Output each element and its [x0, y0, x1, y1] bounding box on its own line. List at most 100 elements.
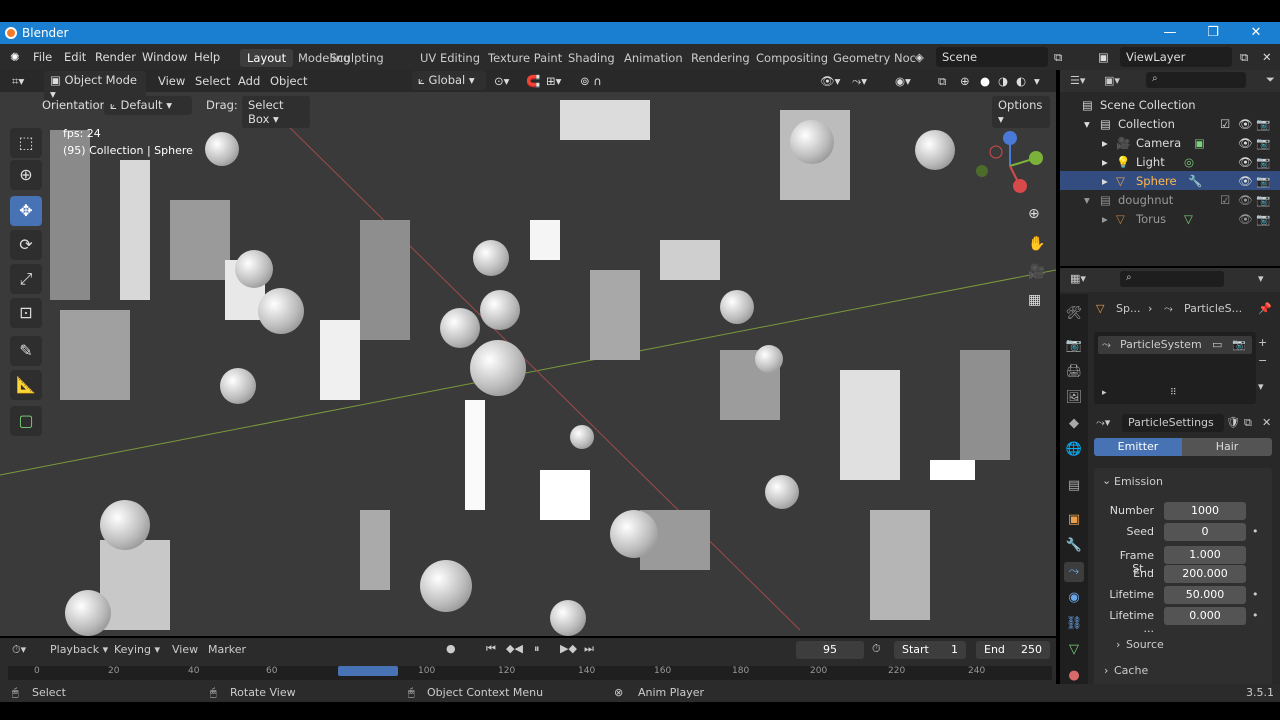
hair-type-button[interactable]: Hair	[1182, 438, 1272, 456]
measure-tool-icon[interactable]: 📐	[10, 370, 42, 400]
expand-chevron-icon[interactable]: ▸	[1102, 174, 1108, 188]
solid-shading-icon[interactable]: ●	[980, 74, 990, 88]
select-box-tool-icon[interactable]: ⬚	[10, 128, 42, 158]
particle-settings-icon[interactable]: ⤳▾	[1096, 416, 1110, 430]
display-mode-icon[interactable]: ▣▾	[1104, 74, 1120, 87]
outliner-row-light[interactable]: ▸ 💡 Light ◎ 👁 📷	[1060, 152, 1280, 171]
scene-selector[interactable]: Scene	[936, 47, 1048, 67]
expand-chevron-icon[interactable]: ▸	[1102, 155, 1108, 169]
eye-icon[interactable]: 👁	[1238, 117, 1253, 131]
timeline-ruler[interactable]: 0 20 40 60 100 120 140 160 180 200 220 2…	[8, 666, 1052, 680]
tab-uv-editing[interactable]: UV Editing	[413, 49, 487, 67]
jump-start-icon[interactable]: ⏮	[486, 642, 496, 656]
camera-render-icon[interactable]: 📷	[1256, 174, 1270, 188]
outliner-search[interactable]: ⌕	[1146, 72, 1246, 88]
cursor-tool-icon[interactable]: ⊕	[10, 160, 42, 190]
cancel-icon[interactable]: ⊗	[614, 686, 623, 699]
preview-range-icon[interactable]: ⏱	[872, 642, 881, 656]
playback-menu[interactable]: Playback ▾	[50, 643, 108, 656]
restore-icon[interactable]: ❐	[1193, 24, 1233, 42]
animate-dot-icon[interactable]: •	[1252, 609, 1259, 622]
proportional-edit-icon[interactable]: ⊚ ∩	[580, 74, 602, 88]
outliner-type-icon[interactable]: ☰▾	[1070, 74, 1085, 87]
outliner-row-collection[interactable]: ▾ ▤ Collection ☑ 👁 📷	[1060, 114, 1280, 133]
emission-title[interactable]: Emission	[1114, 475, 1163, 488]
menu-object[interactable]: Object	[270, 74, 307, 88]
modifier-tab-icon[interactable]: 🔧	[1064, 536, 1084, 556]
overlay-toggle-icon[interactable]: ◉▾	[895, 74, 911, 88]
filter-icon[interactable]: ⏷	[1266, 73, 1275, 87]
camera-render-icon[interactable]: 📷	[1256, 136, 1270, 150]
editor-type-icon[interactable]: ⌗▾	[12, 74, 24, 89]
render-tab-icon[interactable]: 📷	[1064, 336, 1084, 356]
material-shading-icon[interactable]: ◑	[998, 74, 1008, 88]
lifetime-random-field[interactable]: 0.000	[1164, 607, 1246, 625]
source-subpanel[interactable]: Source	[1126, 638, 1164, 651]
ortho-grid-icon[interactable]: ▦	[1028, 292, 1041, 308]
outliner-row-sphere[interactable]: ▸ ▽ Sphere 🔧 👁 📷	[1060, 171, 1280, 190]
jump-end-icon[interactable]: ⏭	[584, 642, 594, 656]
source-expand-icon[interactable]: ›	[1116, 638, 1120, 651]
tool-tab-icon[interactable]: 🛠	[1064, 304, 1084, 324]
output-tab-icon[interactable]: 🖨	[1064, 362, 1084, 382]
expand-chevron-icon[interactable]: ▾	[1084, 117, 1090, 131]
orientation-dropdown[interactable]: ⟀ Default ▾	[104, 96, 192, 115]
camera-view-icon[interactable]: 🎥	[1028, 264, 1045, 280]
menu-window[interactable]: Window	[142, 50, 187, 64]
cache-subpanel[interactable]: Cache	[1114, 664, 1148, 677]
current-frame-field[interactable]: 95	[796, 641, 864, 659]
list-resize-handle-icon[interactable]: ⠿	[1170, 388, 1177, 398]
material-tab-icon[interactable]: ●	[1064, 666, 1084, 686]
prev-keyframe-icon[interactable]: ◆◀	[506, 642, 523, 655]
eye-icon[interactable]: 👁	[1238, 193, 1253, 207]
wireframe-shading-icon[interactable]: ⊕	[960, 74, 970, 88]
drag-dropdown[interactable]: Select Box ▾	[242, 96, 310, 128]
menu-render[interactable]: Render	[95, 50, 136, 64]
tab-texture-paint[interactable]: Texture Paint	[481, 49, 569, 67]
scene-tab-icon[interactable]: ◆	[1064, 414, 1084, 434]
end-frame-field[interactable]: End 250	[976, 641, 1050, 659]
animate-dot-icon[interactable]: •	[1252, 588, 1259, 601]
camera-render-icon[interactable]: 📷	[1256, 155, 1270, 169]
checkbox-icon[interactable]: ☑	[1220, 193, 1230, 207]
outliner-row-doughnut[interactable]: ▾ ▤ doughnut ☑ 👁 📷	[1060, 190, 1280, 209]
viewport-toggle-icon[interactable]: ▭	[1212, 338, 1222, 351]
camera-render-icon[interactable]: 📷	[1256, 117, 1270, 131]
render-toggle-icon[interactable]: 📷	[1232, 338, 1246, 351]
expand-chevron-icon[interactable]: ▾	[1084, 193, 1090, 207]
snap-target-icon[interactable]: ⊞▾	[546, 74, 561, 88]
pivot-icon[interactable]: ⊙▾	[494, 74, 509, 88]
camera-render-icon[interactable]: 📷	[1256, 212, 1270, 226]
eye-icon[interactable]: 👁	[1238, 136, 1253, 150]
breadcrumb-particles[interactable]: ParticleS...	[1184, 302, 1242, 315]
view-layer-tab-icon[interactable]: 🖼	[1064, 388, 1084, 408]
visibility-icon[interactable]: 👁▾	[820, 74, 840, 88]
slot-menu-icon[interactable]: ▾	[1258, 380, 1264, 393]
breadcrumb-object[interactable]: Sp...	[1116, 302, 1140, 315]
options-button[interactable]: Options ▾	[992, 96, 1050, 128]
duplicate-icon[interactable]: ⧉	[1244, 416, 1252, 430]
expand-chevron-icon[interactable]: ▸	[1102, 212, 1108, 226]
lifetime-field[interactable]: 50.000	[1164, 586, 1246, 604]
new-scene-icon[interactable]: ⧉	[1054, 50, 1062, 65]
start-frame-field[interactable]: Start 1	[894, 641, 966, 659]
tab-layout[interactable]: Layout	[240, 49, 294, 67]
view-layer-selector[interactable]: ViewLayer	[1120, 47, 1232, 67]
menu-select[interactable]: Select	[195, 74, 230, 88]
expand-chevron-icon[interactable]: ▸	[1102, 136, 1108, 150]
xray-icon[interactable]: ⧉	[938, 74, 946, 89]
outliner-row-torus[interactable]: ▸ ▽ Torus ▽ 👁 📷	[1060, 209, 1280, 228]
list-expand-icon[interactable]: ▸	[1102, 388, 1107, 398]
remove-view-layer-icon[interactable]: ✕	[1262, 50, 1272, 64]
properties-type-icon[interactable]: ▦▾	[1070, 272, 1086, 285]
frame-end-field[interactable]: 200.000	[1164, 565, 1246, 583]
emission-collapse-icon[interactable]: ⌄	[1102, 474, 1111, 487]
outliner-scene-collection[interactable]: ▤ Scene Collection	[1060, 95, 1280, 114]
eye-icon[interactable]: 👁	[1238, 155, 1253, 169]
particles-tab-icon[interactable]: ⤳	[1064, 562, 1084, 582]
snap-icon[interactable]: 🧲	[526, 74, 540, 88]
next-keyframe-icon[interactable]: ▶◆	[560, 642, 577, 655]
cache-expand-icon[interactable]: ›	[1104, 664, 1108, 677]
navigation-gizmo[interactable]	[972, 128, 1048, 204]
close-icon[interactable]: ✕	[1236, 24, 1276, 42]
